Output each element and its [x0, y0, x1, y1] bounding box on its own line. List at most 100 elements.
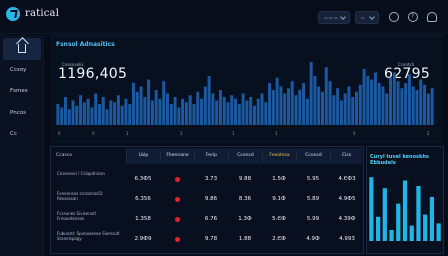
chart-bar: [139, 86, 143, 125]
table-header[interactable]: Fhennane: [160, 150, 194, 162]
chart-bar: [328, 81, 332, 125]
chart-bar: [181, 98, 185, 125]
chart-bar: [305, 98, 309, 125]
table-cell: 9.78: [204, 236, 218, 242]
chart-bar: [415, 90, 419, 125]
chart-bar: [332, 95, 336, 125]
chart-bar: [192, 104, 196, 125]
chart-bar: [423, 214, 428, 241]
chart-bar: [60, 107, 64, 125]
table-header[interactable]: Ciss: [330, 150, 362, 162]
chevron-down-icon: [369, 14, 375, 20]
top-bar: ratical ▭ ▭ ▭ ▭: [0, 0, 448, 34]
chart-bar: [358, 84, 362, 125]
sidebar-item-home[interactable]: [3, 38, 41, 60]
chart-bar: [169, 104, 173, 125]
chart-bar: [256, 98, 260, 125]
x-tick: 2: [427, 131, 430, 136]
chart-bar: [400, 88, 404, 125]
table-cell: 5.99: [306, 216, 320, 222]
chart-bar: [375, 216, 381, 241]
sidebar-item-2[interactable]: Fsmes: [10, 88, 28, 94]
chart-bar: [389, 77, 393, 125]
table-header-first[interactable]: Ccasco: [56, 150, 126, 162]
table-cell: 5.ЄФ: [272, 216, 286, 222]
x-tick: 2: [180, 131, 183, 136]
chart-bar: [373, 72, 377, 125]
top-select-2[interactable]: ▭: [355, 11, 379, 24]
sidebar-item-1[interactable]: Ccsoy: [10, 67, 26, 73]
table-cell: 6.76: [204, 216, 218, 222]
sidebar-item-3[interactable]: Pncos: [10, 110, 26, 116]
chart-bar: [286, 88, 290, 125]
chart-bar: [294, 95, 298, 125]
status-dot: [175, 217, 180, 222]
chart-bar: [162, 81, 166, 125]
chart-bar: [128, 104, 132, 125]
user-icon[interactable]: [389, 12, 399, 22]
chart-bar: [389, 230, 394, 241]
sidebar-item-4[interactable]: Cc: [10, 131, 17, 137]
table-cell: 9.86: [204, 196, 218, 202]
table-header[interactable]: Cconcd: [296, 150, 330, 162]
table-cell: 1.3Ф: [238, 216, 252, 222]
bell-icon[interactable]: [427, 12, 437, 22]
chart-bar: [173, 97, 177, 125]
table-cell: 3.73: [204, 176, 218, 182]
table-cell: 4.ЄФ3: [338, 176, 356, 182]
chart-bar: [113, 102, 117, 125]
x-tick: 0: [353, 131, 356, 136]
chart-bar: [404, 83, 408, 125]
chart-bar: [426, 93, 430, 125]
chart-bar: [268, 83, 272, 125]
table-cell: 2.ЄФ: [272, 236, 286, 242]
table-header[interactable]: Cconcd: [228, 150, 262, 162]
chart-bar: [147, 79, 151, 125]
chart-bar: [436, 223, 441, 241]
chart-bar: [222, 97, 226, 125]
chart-bar: [355, 91, 358, 125]
chart-bar: [101, 97, 105, 125]
chart-bar: [86, 98, 90, 125]
chart-bar: [260, 93, 264, 125]
chart-bar: [324, 67, 328, 125]
chart-bar: [385, 93, 389, 125]
chart-bar: [230, 95, 234, 125]
chart-bar: [392, 72, 396, 125]
table-cell: 4.9Ф5: [338, 196, 356, 202]
chart-bar: [75, 105, 79, 125]
table-cell: 1.88: [238, 236, 252, 242]
chart-bar: [71, 100, 75, 125]
chart-bar: [317, 86, 321, 125]
chart-bar: [154, 90, 158, 125]
table-cell: 5.89: [306, 196, 320, 202]
table-cell: 1.358: [135, 216, 151, 222]
chart-bar: [309, 62, 313, 125]
chart-bar: [264, 102, 268, 125]
x-tick: 0: [92, 131, 95, 136]
table-header[interactable]: Ferip: [194, 150, 228, 162]
table-header[interactable]: Lblp: [126, 150, 160, 162]
chart-bar: [290, 81, 294, 125]
chart-bar: [321, 91, 324, 125]
chart-bar: [351, 97, 355, 125]
chart-bar: [188, 95, 192, 125]
overview-bar-chart: [56, 62, 434, 125]
chart-bar: [419, 79, 423, 125]
chart-bar: [211, 93, 215, 125]
chart-bar: [196, 91, 200, 125]
table-header-accent[interactable]: Feeatesa: [262, 150, 296, 162]
brand-name: ratical: [25, 8, 60, 19]
chart-bar: [366, 76, 370, 125]
chart-bar: [158, 98, 162, 125]
table-cell: 8.36: [238, 196, 252, 202]
top-select-2-label: ▭: [361, 15, 365, 20]
help-icon[interactable]: [408, 12, 418, 22]
table-cell: 9.1Ф: [272, 196, 286, 202]
top-select-1-label: ▭ ▭ ▭: [324, 15, 338, 20]
chart-bar: [56, 104, 60, 125]
chart-bar: [382, 188, 387, 241]
top-select-1[interactable]: ▭ ▭ ▭: [318, 11, 350, 24]
chart-bar: [67, 109, 71, 125]
chart-bar: [275, 77, 279, 125]
